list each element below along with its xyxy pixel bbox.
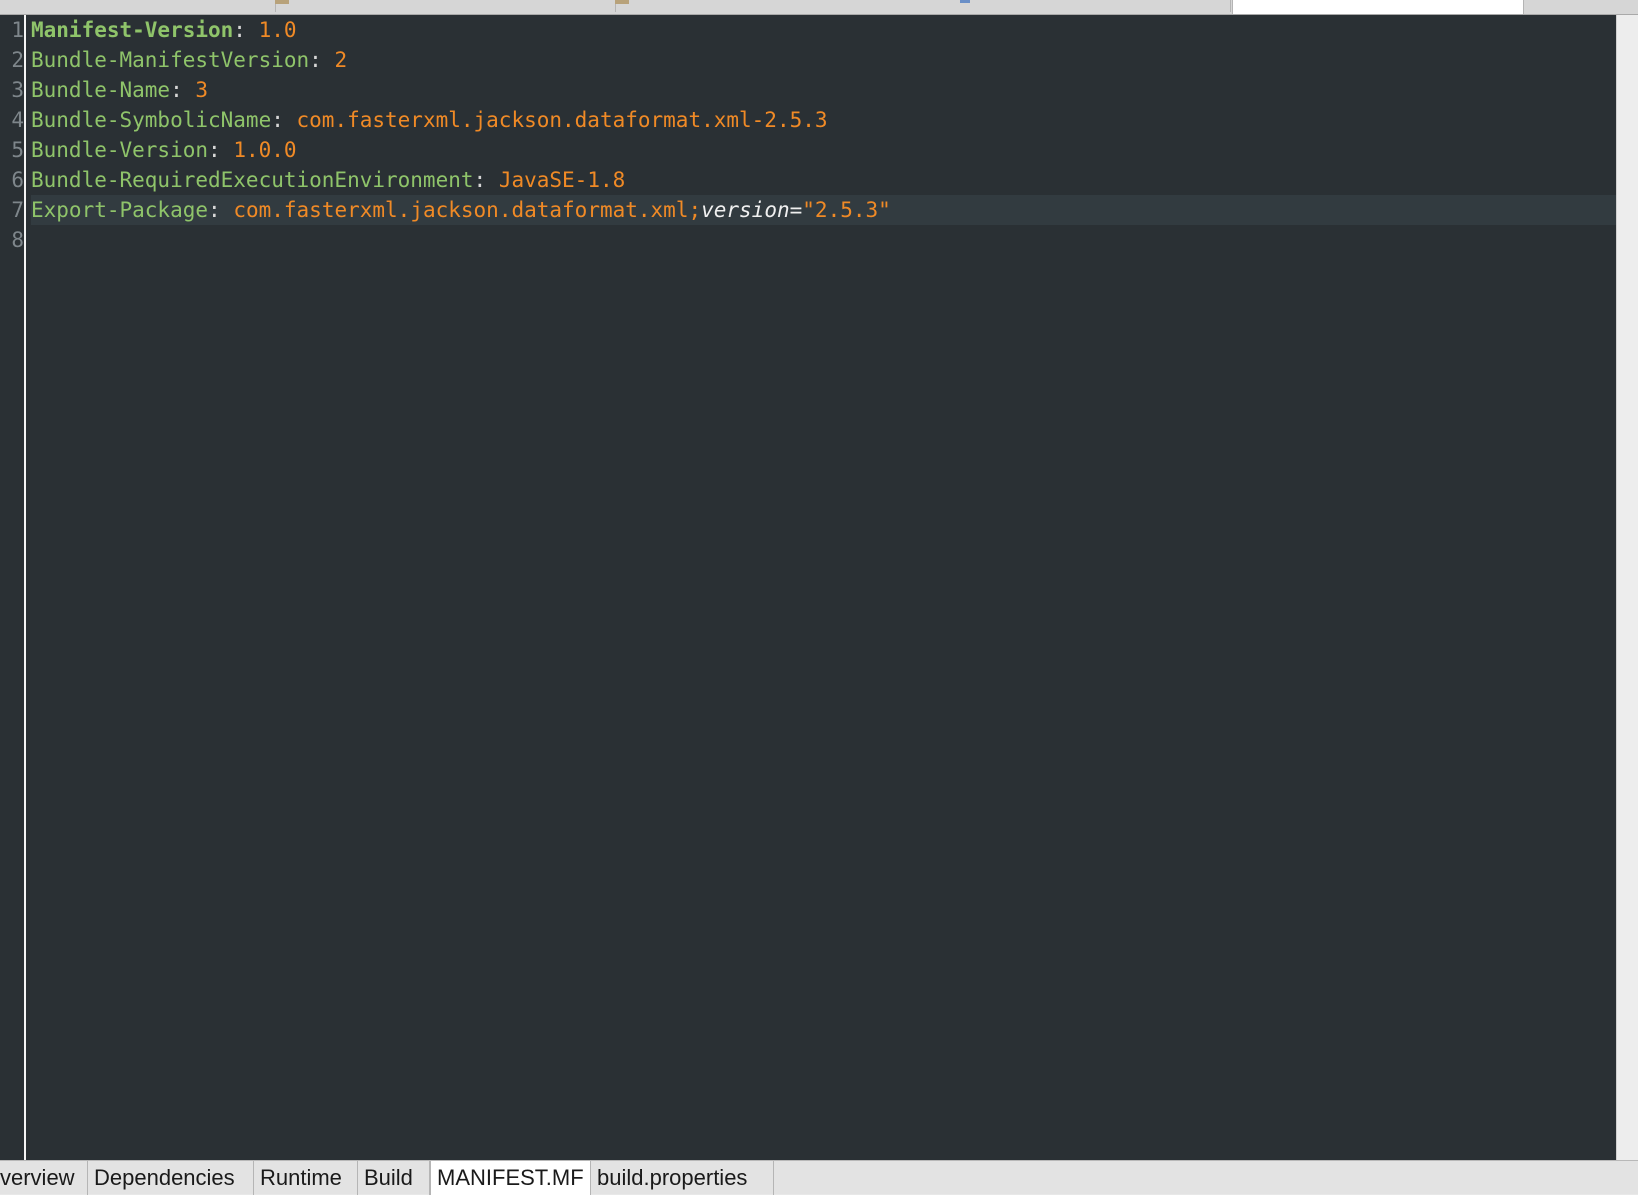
- header-value: com.fasterxml.jackson.dataformat.xml;: [233, 198, 702, 222]
- header-key: Bundle-ManifestVersion: [31, 48, 310, 72]
- tab-overview[interactable]: verview: [0, 1161, 88, 1195]
- separator: :: [170, 78, 196, 102]
- header-key: Bundle-SymbolicName: [31, 108, 272, 132]
- separator: :: [208, 138, 234, 162]
- header-key: Bundle-Version: [31, 138, 209, 162]
- line-number: 7: [11, 198, 24, 222]
- header-value: JavaSE-1.8: [498, 168, 626, 192]
- separator: :: [309, 48, 335, 72]
- code-line[interactable]: [31, 225, 1616, 255]
- header-value: 2: [334, 48, 348, 72]
- header-value: 1.0.0: [233, 138, 297, 162]
- header-value: 3: [195, 78, 209, 102]
- header-key: Manifest-Version: [31, 18, 234, 42]
- editor-tab-strip: [0, 0, 1638, 15]
- separator: :: [473, 168, 499, 192]
- tab-dependencies[interactable]: Dependencies: [88, 1161, 254, 1195]
- line-number: 1: [11, 18, 24, 42]
- header-value: com.fasterxml.jackson.dataformat.xml-2.5…: [296, 108, 828, 132]
- manifest-editor[interactable]: 1 2 3 4 5 6 7 8 Manifest-Version: 1.0 Bu…: [0, 15, 1616, 1160]
- line-number: 5: [11, 138, 24, 162]
- header-value: 1.0: [258, 18, 297, 42]
- separator: :: [271, 108, 297, 132]
- header-key: Bundle-RequiredExecutionEnvironment: [31, 168, 474, 192]
- line-number: 2: [11, 48, 24, 72]
- line-number: 6: [11, 168, 24, 192]
- code-line[interactable]: Manifest-Version: 1.0: [31, 15, 1616, 45]
- tab-build-properties[interactable]: build.properties: [591, 1161, 774, 1195]
- directive-value: "2.5.3": [802, 198, 891, 222]
- separator: :: [233, 18, 259, 42]
- code-line[interactable]: Bundle-ManifestVersion: 2: [31, 45, 1616, 75]
- code-line[interactable]: Bundle-RequiredExecutionEnvironment: Jav…: [31, 165, 1616, 195]
- equals-sign: =: [789, 198, 803, 222]
- editor-tab[interactable]: [630, 0, 1231, 12]
- line-number: 4: [11, 108, 24, 132]
- tab-build[interactable]: Build: [358, 1161, 430, 1195]
- code-line[interactable]: Bundle-Name: 3: [31, 75, 1616, 105]
- editor-tab[interactable]: [290, 0, 616, 12]
- editor-tab[interactable]: [0, 0, 276, 12]
- file-icon: [615, 0, 629, 4]
- separator: :: [208, 198, 234, 222]
- tab-manifest-mf[interactable]: MANIFEST.MF: [430, 1161, 591, 1195]
- header-key: Export-Package: [31, 198, 209, 222]
- editor-tab-active[interactable]: [1232, 0, 1524, 14]
- vertical-scrollbar[interactable]: [1616, 15, 1638, 1160]
- code-line[interactable]: Bundle-Version: 1.0.0: [31, 135, 1616, 165]
- code-line-current[interactable]: Export-Package: com.fasterxml.jackson.da…: [31, 195, 1616, 225]
- code-line[interactable]: Bundle-SymbolicName: com.fasterxml.jacks…: [31, 105, 1616, 135]
- file-icon: [960, 0, 970, 3]
- line-number: 3: [11, 78, 24, 102]
- file-icon: [275, 0, 289, 4]
- editor-page-tabs: verview Dependencies Runtime Build MANIF…: [0, 1160, 1638, 1195]
- tab-runtime[interactable]: Runtime: [254, 1161, 358, 1195]
- line-number-gutter: 1 2 3 4 5 6 7 8: [0, 15, 26, 1160]
- directive-name: version: [701, 198, 790, 222]
- line-number: 8: [11, 228, 24, 252]
- header-key: Bundle-Name: [31, 78, 171, 102]
